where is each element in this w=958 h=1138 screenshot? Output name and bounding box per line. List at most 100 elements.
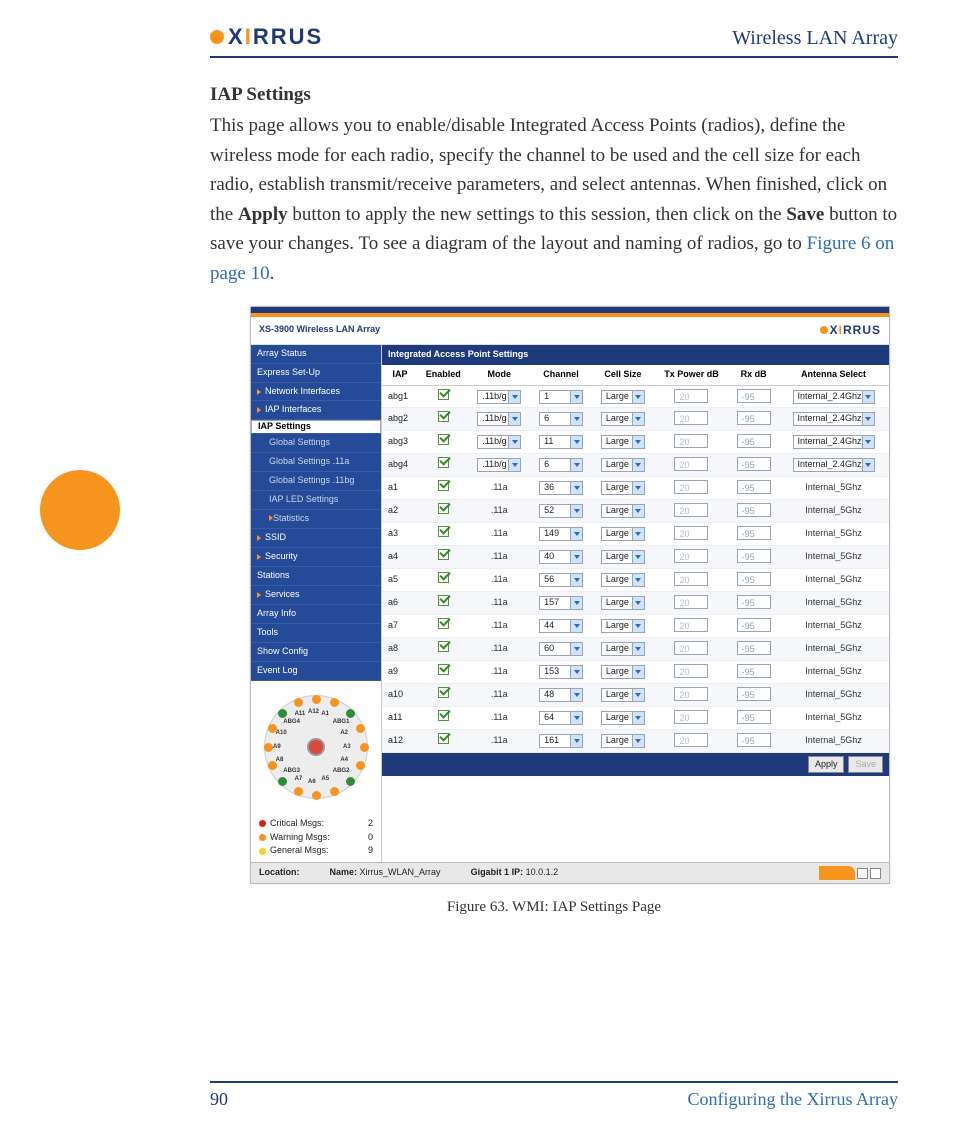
enabled-checkbox[interactable] <box>438 480 449 491</box>
select[interactable]: Large <box>601 642 645 656</box>
enabled-checkbox[interactable] <box>438 411 449 422</box>
select[interactable]: 56 <box>539 573 583 587</box>
save-button[interactable]: Save <box>848 756 883 774</box>
select[interactable]: 48 <box>539 688 583 702</box>
text-input[interactable]: 20 <box>674 457 708 471</box>
select[interactable]: Large <box>601 573 645 587</box>
enabled-checkbox[interactable] <box>438 664 449 675</box>
select[interactable]: 36 <box>539 481 583 495</box>
select[interactable]: Large <box>601 711 645 725</box>
text-input[interactable]: 20 <box>674 733 708 747</box>
select[interactable]: 153 <box>539 665 583 679</box>
select[interactable]: 44 <box>539 619 583 633</box>
select[interactable]: Large <box>601 665 645 679</box>
enabled-checkbox[interactable] <box>438 389 449 400</box>
nav-item[interactable]: Network Interfaces <box>251 383 381 402</box>
nav-item[interactable]: Statistics <box>251 510 381 529</box>
nav-item[interactable]: Stations <box>251 567 381 586</box>
nav-item[interactable]: IAP Settings <box>251 420 381 434</box>
text-input[interactable]: -95 <box>737 641 771 655</box>
select[interactable]: .11b/g <box>477 412 521 426</box>
select[interactable]: 52 <box>539 504 583 518</box>
text-input[interactable]: -95 <box>737 595 771 609</box>
select[interactable]: 6 <box>539 458 583 472</box>
text-input[interactable]: 20 <box>674 434 708 448</box>
nav-item[interactable]: Global Settings <box>251 434 381 453</box>
text-input[interactable]: -95 <box>737 526 771 540</box>
text-input[interactable]: -95 <box>737 710 771 724</box>
text-input[interactable]: -95 <box>737 572 771 586</box>
enabled-checkbox[interactable] <box>438 687 449 698</box>
text-input[interactable]: -95 <box>737 618 771 632</box>
text-input[interactable]: 20 <box>674 572 708 586</box>
select[interactable]: Large <box>601 596 645 610</box>
nav-item[interactable]: Array Info <box>251 605 381 624</box>
select[interactable]: Internal_2.4Ghz <box>793 390 875 404</box>
nav-item[interactable]: Services <box>251 586 381 605</box>
select[interactable]: 149 <box>539 527 583 541</box>
text-input[interactable]: 20 <box>674 411 708 425</box>
enabled-checkbox[interactable] <box>438 434 449 445</box>
text-input[interactable]: 20 <box>674 389 708 403</box>
text-input[interactable]: 20 <box>674 641 708 655</box>
select[interactable]: Large <box>601 458 645 472</box>
select[interactable]: .11b/g <box>477 435 521 449</box>
text-input[interactable]: -95 <box>737 733 771 747</box>
select[interactable]: 157 <box>539 596 583 610</box>
text-input[interactable]: -95 <box>737 664 771 678</box>
select[interactable]: Large <box>601 390 645 404</box>
nav-item[interactable]: Global Settings .11bg <box>251 472 381 491</box>
nav-item[interactable]: Array Status <box>251 345 381 364</box>
nav-item[interactable]: SSID <box>251 529 381 548</box>
enabled-checkbox[interactable] <box>438 503 449 514</box>
text-input[interactable]: 20 <box>674 526 708 540</box>
enabled-checkbox[interactable] <box>438 457 449 468</box>
status-icon-1[interactable] <box>857 868 868 879</box>
text-input[interactable]: 20 <box>674 710 708 724</box>
select[interactable]: 40 <box>539 550 583 564</box>
enabled-checkbox[interactable] <box>438 641 449 652</box>
enabled-checkbox[interactable] <box>438 526 449 537</box>
select[interactable]: 11 <box>539 435 583 449</box>
nav-item[interactable]: Tools <box>251 624 381 643</box>
text-input[interactable]: -95 <box>737 434 771 448</box>
nav-item[interactable]: Express Set-Up <box>251 364 381 383</box>
select[interactable]: Large <box>601 412 645 426</box>
select[interactable]: 161 <box>539 734 583 748</box>
nav-item[interactable]: Show Config <box>251 643 381 662</box>
text-input[interactable]: 20 <box>674 480 708 494</box>
nav-item[interactable]: Global Settings .11a <box>251 453 381 472</box>
select[interactable]: 60 <box>539 642 583 656</box>
nav-item[interactable]: Event Log <box>251 662 381 681</box>
text-input[interactable]: -95 <box>737 549 771 563</box>
select[interactable]: Large <box>601 688 645 702</box>
status-icon-2[interactable] <box>870 868 881 879</box>
nav-item[interactable]: Security <box>251 548 381 567</box>
text-input[interactable]: -95 <box>737 411 771 425</box>
text-input[interactable]: -95 <box>737 389 771 403</box>
select[interactable]: 64 <box>539 711 583 725</box>
enabled-checkbox[interactable] <box>438 572 449 583</box>
select[interactable]: Internal_2.4Ghz <box>793 412 875 426</box>
text-input[interactable]: -95 <box>737 687 771 701</box>
select[interactable]: Large <box>601 734 645 748</box>
text-input[interactable]: 20 <box>674 687 708 701</box>
enabled-checkbox[interactable] <box>438 595 449 606</box>
select[interactable]: .11b/g <box>477 390 521 404</box>
select[interactable]: Large <box>601 504 645 518</box>
text-input[interactable]: 20 <box>674 618 708 632</box>
text-input[interactable]: -95 <box>737 457 771 471</box>
text-input[interactable]: 20 <box>674 549 708 563</box>
apply-button[interactable]: Apply <box>808 756 845 774</box>
select[interactable]: Large <box>601 619 645 633</box>
select[interactable]: 1 <box>539 390 583 404</box>
nav-item[interactable]: IAP Interfaces <box>251 401 381 420</box>
text-input[interactable]: -95 <box>737 503 771 517</box>
enabled-checkbox[interactable] <box>438 549 449 560</box>
enabled-checkbox[interactable] <box>438 733 449 744</box>
text-input[interactable]: 20 <box>674 503 708 517</box>
select[interactable]: Large <box>601 527 645 541</box>
select[interactable]: 6 <box>539 412 583 426</box>
select[interactable]: Internal_2.4Ghz <box>793 458 875 472</box>
enabled-checkbox[interactable] <box>438 710 449 721</box>
